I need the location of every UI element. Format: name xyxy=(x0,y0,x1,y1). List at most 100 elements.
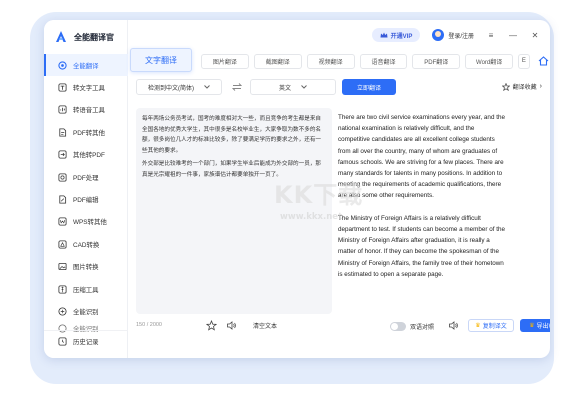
target-line: Ministry of Foreign Affairs, the family … xyxy=(338,259,504,267)
sidebar-item-label: 转语音工具 xyxy=(73,107,105,115)
source-language-select[interactable]: 检测到中文(简体) xyxy=(136,79,222,95)
wps-convert-icon xyxy=(58,217,67,226)
bottom-toolbar: 150 / 2000 清空文本 双语对照 ♛ 复制译文 ♛ 导出Word xyxy=(128,318,550,334)
compress-icon xyxy=(58,285,67,294)
sidebar-item-wps-convert[interactable]: WPS转其他 xyxy=(44,211,128,233)
target-line: is estimated to open a separate page. xyxy=(338,270,444,278)
history-button[interactable]: 历史记录 xyxy=(44,330,128,352)
home-icon xyxy=(538,56,549,66)
chevron-down-icon xyxy=(301,85,307,89)
target-text-area: There are two civil service examinations… xyxy=(336,108,534,314)
home-button[interactable] xyxy=(537,54,550,68)
tab-image-translate[interactable]: 图片翻译 xyxy=(201,53,249,69)
bilingual-toggle[interactable] xyxy=(390,322,406,331)
export-label: 导出Word xyxy=(536,324,550,330)
copy-translation-button[interactable]: ♛ 复制译文 xyxy=(468,319,514,332)
cad-icon xyxy=(58,240,67,249)
source-paragraph: 每年两场公务员考试，国考的难度相对大一些，而且竞争的考生都是来自全国各地的优秀大… xyxy=(142,116,322,154)
pdf-edit-icon xyxy=(59,195,67,204)
history-label: 历史记录 xyxy=(73,339,99,346)
target-line: Ministry of Foreign Affairs after gradua… xyxy=(338,237,490,245)
translate-icon xyxy=(58,61,67,70)
clear-text-button[interactable]: 清空文本 xyxy=(248,319,282,332)
sidebar-item-image-convert[interactable]: 图片转换 xyxy=(44,256,128,278)
target-line: matter of honor. If they can become the … xyxy=(338,248,500,256)
sidebar-item-translate[interactable]: 全能翻译 xyxy=(44,54,128,77)
menu-icon[interactable]: ≡ xyxy=(486,31,496,40)
target-line: There are two civil service examinations… xyxy=(338,114,505,121)
logo-icon xyxy=(56,31,66,42)
header: 开通VIP 登录/注册 ≡ — ✕ xyxy=(128,20,550,50)
source-text-area[interactable]: 每年两场公务员考试，国考的难度相对大一些，而且竞争的考生都是来自全国各地的优秀大… xyxy=(136,108,332,314)
crown-icon xyxy=(380,32,388,38)
sidebar-item-label: CAD转换 xyxy=(73,241,100,249)
star-icon[interactable] xyxy=(206,320,217,331)
target-line xyxy=(338,202,532,213)
crown-icon: ♛ xyxy=(529,323,535,329)
target-line: national examination is relatively diffi… xyxy=(338,125,475,133)
sidebar-item-label: PDF转其他 xyxy=(73,129,105,137)
sidebar-item-cad[interactable]: CAD转换 xyxy=(44,233,128,255)
tab-word-translate[interactable]: Word翻译 xyxy=(465,53,514,69)
vip-label: 开通VIP xyxy=(390,33,413,40)
bilingual-label: 双语对照 xyxy=(410,325,435,331)
target-language-label: 英文 xyxy=(278,85,291,92)
speaker-icon[interactable] xyxy=(226,320,237,331)
swap-icon[interactable] xyxy=(232,82,242,92)
target-language-select[interactable]: 英文 xyxy=(250,79,336,95)
sidebar-item-pdf-process[interactable]: PDF处理 xyxy=(44,166,128,188)
login-button[interactable]: 登录/注册 xyxy=(432,29,474,41)
tab-video-translate[interactable]: 视频翻译 xyxy=(306,53,355,69)
close-icon[interactable]: ✕ xyxy=(530,31,540,40)
sidebar-item-label: PDF处理 xyxy=(73,174,99,182)
minimize-icon[interactable]: — xyxy=(508,31,518,40)
image-convert-icon xyxy=(58,263,67,271)
tab-text-translate[interactable]: 文字翻译 xyxy=(130,48,192,72)
crown-icon: ♛ xyxy=(475,323,481,329)
copy-label: 复制译文 xyxy=(482,324,507,330)
sidebar-nav: 全能翻译 转文字工具 转语音工具 PDF转其他 其他转PDF PDF处理 PDF… xyxy=(44,54,128,335)
tab-more[interactable]: E xyxy=(518,53,530,69)
speaker-icon[interactable] xyxy=(448,320,459,331)
avatar xyxy=(432,29,445,41)
sidebar-item-text-tool[interactable]: 转文字工具 xyxy=(44,76,128,98)
target-line: are also some other requirements. xyxy=(338,192,434,200)
pdf-process-icon xyxy=(58,173,67,182)
sidebar-item-label: 图片转换 xyxy=(73,264,99,272)
sidebar-item-pdf-convert[interactable]: PDF转其他 xyxy=(44,121,128,143)
app-logo: 全能翻译官 xyxy=(54,30,114,44)
sidebar-item-to-pdf[interactable]: 其他转PDF xyxy=(44,144,128,166)
app-title: 全能翻译官 xyxy=(74,32,114,42)
source-paragraph: 外交部是比较难考的一个部门，如果学生毕业后能成为外交部的一员，那真是光宗耀祖的一… xyxy=(142,161,322,178)
favorites-label: 翻译收藏 xyxy=(512,85,537,91)
target-line: many standards for talents in many posit… xyxy=(338,170,503,178)
sidebar-item-recognize[interactable]: 全能识别 xyxy=(44,300,128,322)
translate-button[interactable]: 立即翻译 xyxy=(342,79,396,95)
target-line: department to test. If students can beco… xyxy=(338,226,505,234)
export-word-button[interactable]: ♛ 导出Word xyxy=(520,319,550,332)
source-language-label: 检测到中文(简体) xyxy=(148,85,194,92)
tab-voice-translate[interactable]: 语音翻译 xyxy=(359,53,408,69)
feature-tabs: 文字翻译 图片翻译 截图翻译 视频翻译 语音翻译 PDF翻译 Word翻译 E xyxy=(128,48,550,72)
target-line: The Ministry of Foreign Affairs is a rel… xyxy=(338,214,481,222)
tab-screenshot-translate[interactable]: 截图翻译 xyxy=(253,53,302,69)
sidebar-item-speech-tool[interactable]: 转语音工具 xyxy=(44,99,128,121)
tab-pdf-translate[interactable]: PDF翻译 xyxy=(412,53,461,69)
language-row: 检测到中文(简体) 英文 立即翻译 翻译收藏 › xyxy=(128,76,550,98)
login-label: 登录/注册 xyxy=(448,33,474,40)
sidebar-item-label: WPS转其他 xyxy=(73,219,107,227)
target-line: famous schools. We are striving for a fe… xyxy=(338,158,504,166)
character-count: 150 / 2000 xyxy=(136,322,162,328)
sidebar-item-pdf-edit[interactable]: PDF编辑 xyxy=(44,188,128,210)
pdf-convert-icon xyxy=(59,128,67,137)
vip-button[interactable]: 开通VIP xyxy=(371,28,421,42)
favorite-icon xyxy=(501,82,510,91)
sidebar-item-label: 全能识别 xyxy=(73,308,99,316)
favorites-button[interactable]: 翻译收藏 › xyxy=(501,82,542,91)
sidebar-item-compress[interactable]: 压缩工具 xyxy=(44,278,128,300)
history-icon xyxy=(58,337,67,346)
speech-tool-icon xyxy=(58,105,67,114)
sidebar-item-label: PDF编辑 xyxy=(73,197,99,205)
text-tool-icon xyxy=(58,83,67,92)
chevron-right-icon: › xyxy=(539,83,542,90)
